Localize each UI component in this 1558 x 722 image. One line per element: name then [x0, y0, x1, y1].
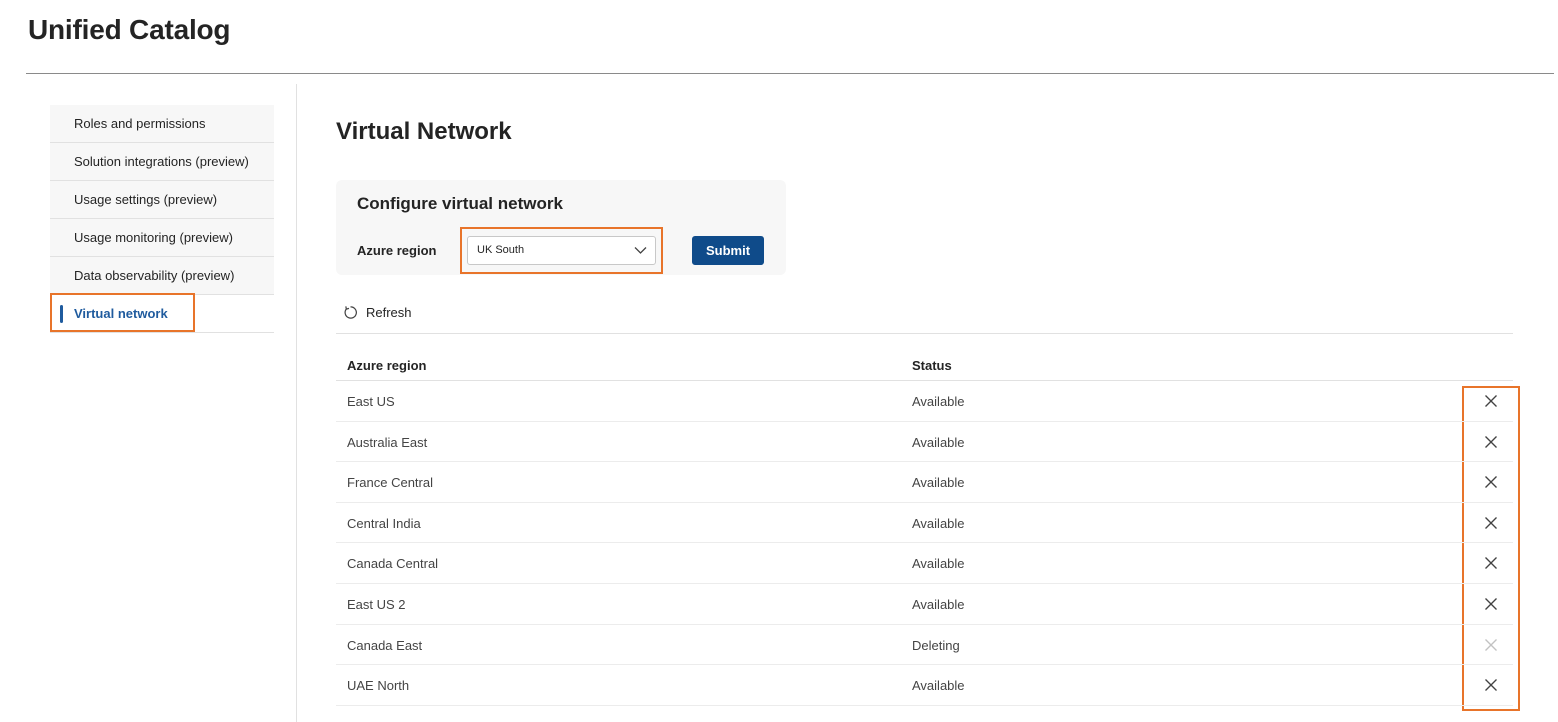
- cell-azure-region: UAE North: [347, 678, 410, 694]
- cell-azure-region: France Central: [347, 475, 433, 491]
- toolbar-divider: [336, 333, 1513, 334]
- close-icon: [1485, 476, 1497, 489]
- refresh-button[interactable]: Refresh: [343, 303, 412, 321]
- cell-status: Available: [912, 678, 965, 694]
- cell-status: Deleting: [912, 637, 960, 653]
- table-row: France Central Available: [336, 462, 1513, 503]
- cell-status: Available: [912, 515, 965, 531]
- delete-region-button[interactable]: [1483, 474, 1499, 490]
- sidebar-item-label: Usage settings (preview): [74, 192, 218, 207]
- cell-azure-region: Canada Central: [347, 556, 439, 572]
- table-body: East US Available Australia East Available F…: [336, 381, 1513, 706]
- cell-status: Available: [912, 596, 965, 612]
- chevron-down-icon: [634, 247, 647, 254]
- sidebar-item-usage-monitoring-preview[interactable]: Usage monitoring (preview): [50, 219, 274, 257]
- cell-azure-region: East US: [347, 394, 395, 409]
- settings-sidebar: Roles and permissions Solution integratio…: [50, 105, 274, 333]
- sidebar-item-roles-and-permissions[interactable]: Roles and permissions: [50, 105, 274, 143]
- cell-azure-region: Australia East: [347, 434, 428, 450]
- cell-status: Available: [912, 475, 965, 491]
- close-icon: [1485, 395, 1497, 407]
- table-header: Azure region Status: [336, 349, 1513, 381]
- title-divider: [26, 73, 1554, 74]
- sidebar-item-data-observability-preview[interactable]: Data observability (preview): [50, 257, 274, 295]
- column-header-azure-region: Azure region: [347, 358, 427, 373]
- close-icon: [1485, 598, 1497, 610]
- sidebar-item-label: Virtual network: [74, 306, 168, 321]
- table-row: UAE North Available: [336, 665, 1513, 706]
- cell-azure-region: East US 2: [347, 596, 406, 612]
- close-icon: [1485, 516, 1497, 529]
- config-card-title: Configure virtual network: [357, 194, 563, 213]
- sidebar-item-label: Data observability (preview): [74, 268, 235, 283]
- close-icon: [1485, 679, 1497, 692]
- delete-region-button[interactable]: [1483, 555, 1499, 571]
- azure-region-label: Azure region: [357, 243, 437, 258]
- sidebar-item-solution-integrations-preview[interactable]: Solution integrations (preview): [50, 143, 274, 181]
- delete-region-button[interactable]: [1483, 434, 1499, 450]
- sidebar-divider: [296, 84, 297, 722]
- delete-region-button[interactable]: [1483, 515, 1499, 531]
- cell-azure-region: Canada East: [347, 637, 423, 653]
- table-row: East US Available: [336, 381, 1513, 422]
- delete-region-button: [1483, 637, 1499, 653]
- azure-region-selected-value: UK South: [477, 244, 525, 256]
- page-title: Virtual Network: [336, 118, 512, 145]
- submit-button[interactable]: Submit: [692, 236, 764, 265]
- cell-azure-region: Central India: [347, 515, 421, 531]
- vnet-table: Azure region Status East US Available Aust…: [336, 349, 1513, 706]
- cell-status: Available: [912, 394, 965, 409]
- azure-region-dropdown[interactable]: UK South: [467, 236, 656, 265]
- app-title: Unified Catalog: [28, 14, 231, 45]
- close-icon: [1485, 557, 1497, 570]
- table-row: Australia East Available: [336, 422, 1513, 463]
- close-icon: [1485, 435, 1497, 448]
- table-row: Canada Central Available: [336, 543, 1513, 584]
- table-row: Central India Available: [336, 503, 1513, 544]
- delete-region-button[interactable]: [1483, 596, 1499, 612]
- sidebar-item-label: Usage monitoring (preview): [74, 230, 233, 245]
- column-header-status: Status: [912, 358, 952, 373]
- refresh-label: Refresh: [366, 304, 412, 320]
- delete-region-button[interactable]: [1483, 393, 1499, 409]
- cell-status: Available: [912, 556, 965, 572]
- table-row: Canada East Deleting: [336, 625, 1513, 666]
- delete-region-button[interactable]: [1483, 677, 1499, 693]
- sidebar-item-label: Roles and permissions: [74, 116, 206, 131]
- sidebar-item-usage-settings-preview[interactable]: Usage settings (preview): [50, 181, 274, 219]
- close-icon: [1485, 638, 1497, 651]
- refresh-icon: [344, 305, 357, 319]
- configure-vnet-card: Configure virtual network Azure region U…: [336, 180, 786, 275]
- sidebar-item-label: Solution integrations (preview): [74, 154, 249, 169]
- cell-status: Available: [912, 434, 965, 450]
- table-row: East US 2 Available: [336, 584, 1513, 625]
- sidebar-item-virtual-network[interactable]: Virtual network: [50, 295, 274, 333]
